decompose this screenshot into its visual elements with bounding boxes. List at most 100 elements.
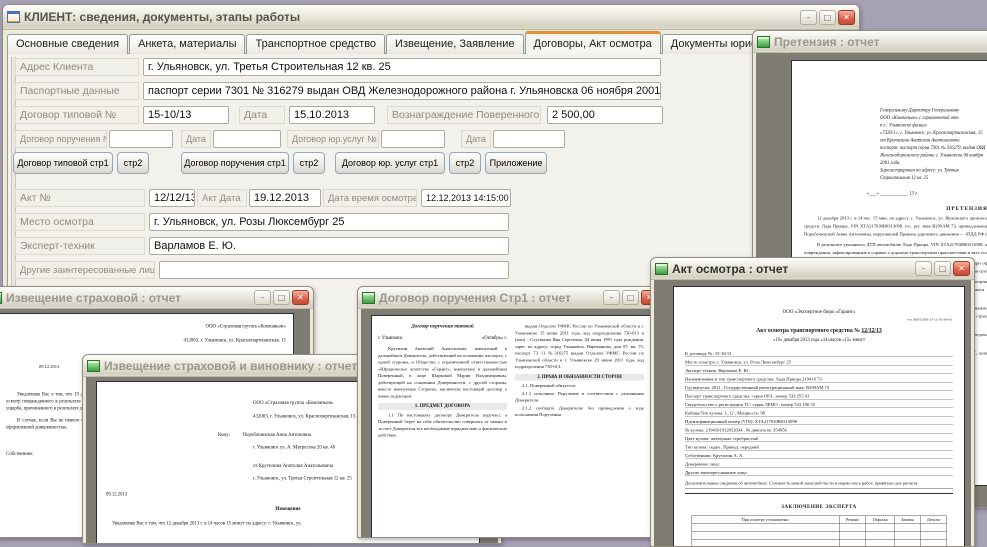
doc-field-line: Паспорт транспортного средства: серия ОР… bbox=[685, 393, 953, 400]
inspection-datetime-label: Дата время осмотра bbox=[323, 189, 417, 207]
act-date-label: Акт Дата bbox=[197, 189, 247, 207]
contract-agency-field[interactable] bbox=[109, 130, 173, 148]
akt-doc-title-number: 12/12/13 bbox=[861, 327, 882, 334]
contract-agency-date-field[interactable] bbox=[213, 130, 281, 148]
doc-line: 432063, г. Ульяновск, ул. Краснопартизан… bbox=[183, 337, 286, 344]
doc-field-line: Другие заинтересованные лица: bbox=[685, 470, 953, 476]
other-parties-label: Другие заинтересованные лица bbox=[15, 261, 155, 279]
akt-doc-title: Акт осмотра транспортного средства № 12/… bbox=[674, 328, 964, 334]
client-window-titlebar[interactable]: КЛИЕНТ: сведения, документы, этапы работ… bbox=[3, 5, 859, 30]
dogovor-preview: Договор поручения типовой г. Ульяновск «… bbox=[361, 309, 659, 537]
contract-agency-p2-button[interactable]: стр2 bbox=[293, 152, 325, 174]
passport-field[interactable]: паспорт серии 7301 № 316279 выдан ОВД Же… bbox=[143, 82, 661, 100]
form-icon bbox=[7, 11, 20, 23]
inspection-place-field[interactable]: г. Ульяновск, ул. Розы Люксембург 25 bbox=[149, 213, 509, 231]
pretenzia-recipient-block: Генеральному Директору Генеральному ООО «… bbox=[880, 107, 987, 182]
pretenzia-titlebar[interactable]: Претензия : отчет bbox=[753, 31, 987, 53]
dogovor-document-page: Договор поручения типовой г. Ульяновск «… bbox=[371, 315, 651, 537]
akt-document-page: ООО «Экспертное бюро «Гарант» тел. 8(851… bbox=[673, 286, 965, 546]
maximize-button[interactable]: □ bbox=[273, 290, 290, 305]
tab-dogovory-akt-osmotra[interactable]: Договоры, Акт осмотра bbox=[524, 31, 661, 54]
contract-legal-label: Договор юр.услуг № bbox=[287, 130, 379, 148]
contract-legal-p1-button[interactable]: Договор юр. услуг стр1 bbox=[335, 152, 445, 174]
doc-field-line: Наименование и тип транспортного средств… bbox=[685, 376, 953, 383]
dogovor-titlebar[interactable]: Договор поручения Стр1 : отчет – □ ✕ bbox=[358, 287, 662, 309]
akt-doc-title-prefix: Акт осмотра транспортного средства № bbox=[756, 327, 860, 334]
attachment-button[interactable]: Приложение bbox=[485, 152, 547, 174]
fee-field[interactable]: 2 500,00 bbox=[547, 106, 663, 124]
act-date-field[interactable]: 19.12.2013 bbox=[249, 189, 321, 207]
contract-agency-label: Договор поручения № bbox=[15, 130, 107, 148]
pretenzia-doc-title: ПРЕТЕНЗИЯ bbox=[946, 206, 987, 212]
doc-field-line: Место осмотра: г. Ульяновск, ул. Розы Лю… bbox=[685, 359, 953, 366]
contract-legal-date-field[interactable] bbox=[493, 130, 565, 148]
expert-field[interactable]: Варламов Е. Ю. bbox=[149, 237, 509, 255]
maximize-button[interactable]: □ bbox=[819, 9, 836, 25]
akt-window-controls: – □ ✕ bbox=[915, 261, 970, 276]
doc-line: 2.1. Поверенный обязуется: bbox=[522, 383, 576, 388]
minimize-button[interactable]: – bbox=[915, 261, 932, 276]
contract-standard-date-field[interactable]: 15.10.2013 bbox=[289, 106, 375, 124]
akt-note: Дополнительные сведения об автомобиле: С… bbox=[685, 480, 953, 489]
doc-line: Железнодорожного района г. Ульяновска 06… bbox=[880, 153, 983, 158]
contract-standard-field[interactable]: 15-10/13 bbox=[143, 106, 229, 124]
minimize-button[interactable]: – bbox=[603, 290, 620, 305]
akt-conclusion-table: При осмотре установлено: Ремонт Окраска … bbox=[691, 515, 947, 546]
passport-label: Паспортные данные bbox=[15, 82, 139, 100]
doc-line: Строительная 12 кв. 25 bbox=[880, 175, 929, 181]
doc-line: Зарегистрирован по адресу: ул. Третья bbox=[880, 168, 959, 173]
close-button[interactable]: ✕ bbox=[292, 290, 309, 305]
contract-legal-field[interactable] bbox=[381, 130, 445, 148]
act-no-label: Акт № bbox=[15, 189, 145, 207]
close-button[interactable]: ✕ bbox=[953, 261, 970, 276]
izv2-to-name: Поробочинская Анна Антоновна bbox=[242, 432, 312, 438]
report-icon bbox=[0, 291, 2, 304]
inspection-place-label: Место осмотра bbox=[15, 213, 145, 231]
akt-titlebar[interactable]: Акт осмотра : отчет – □ ✕ bbox=[651, 258, 974, 280]
pretenzia-title: Претензия : отчет bbox=[774, 34, 880, 49]
address-field[interactable]: г. Ульяновск, ул. Третья Строительная 12… bbox=[143, 58, 661, 76]
contract-standard-p2-button[interactable]: стр2 bbox=[117, 152, 149, 174]
doc-line: в г.: Ульяновске филиал bbox=[880, 123, 927, 128]
contract-standard-p1-button[interactable]: Договор типовой стр1 bbox=[13, 152, 113, 174]
address-label: Адрес Клиента bbox=[15, 58, 139, 76]
dogovor-title: Договор поручения Стр1 : отчет bbox=[379, 290, 571, 305]
close-button[interactable]: ✕ bbox=[838, 9, 855, 25]
fee-label: Вознаграждение Поверенного bbox=[387, 106, 541, 124]
report-icon bbox=[757, 35, 770, 48]
doc-field-line: Собственник: Крутилин А. А. bbox=[685, 453, 953, 459]
act-no-field[interactable]: 12/12/13 bbox=[149, 189, 195, 207]
doc-line: 2.1.2 сообщать Доверителю без промедлени… bbox=[515, 405, 644, 417]
maximize-button[interactable]: □ bbox=[934, 261, 951, 276]
tab-izveshchenie-zayavlenie[interactable]: Извещение, Заявление bbox=[386, 34, 524, 54]
maximize-button[interactable]: □ bbox=[622, 290, 639, 305]
window-title: КЛИЕНТ: сведения, документы, этапы работ… bbox=[24, 10, 301, 24]
other-parties-field[interactable] bbox=[159, 261, 509, 279]
contract-legal-date-label: Дата bbox=[461, 130, 491, 148]
dogovor-right-clauses: 2.1. Поверенный обязуется: 2.1.1 исполнят… bbox=[515, 383, 644, 419]
akt-phone: тел. 8(8510)83-13-13, 83-00-03 bbox=[906, 317, 952, 322]
window-controls: – □ ✕ bbox=[800, 9, 855, 25]
izv2-to-label: Кому: bbox=[218, 432, 231, 438]
table-row bbox=[691, 539, 947, 546]
contract-legal-p2-button[interactable]: стр2 bbox=[449, 152, 481, 174]
tab-transportnoe-sredstvo[interactable]: Транспортное средство bbox=[246, 34, 386, 54]
minimize-button[interactable]: – bbox=[254, 290, 271, 305]
doc-line: ООО «Страховая группа «Компаньон» bbox=[205, 323, 286, 330]
doc-field-line: Доверенное лицо: bbox=[685, 461, 953, 468]
desktop: { "window_controls": {"minimize": "–", "… bbox=[0, 0, 987, 547]
contract-agency-p1-button[interactable]: Договор поручения стр1 bbox=[181, 152, 289, 174]
doc-field-line: Идентификационный номер (VIN): ХТА217030… bbox=[685, 419, 953, 425]
dogovor-left-paragraph-2: 1.1 По настоящему договору Доверитель по… bbox=[378, 412, 507, 438]
dogovor-heading-2: 2. ПРАВА И ОБЯЗАННОСТИ СТОРОН bbox=[515, 373, 644, 381]
dogovor-left-paragraph: Крутилин Анатолий Анатольевич, именуемый… bbox=[378, 346, 507, 399]
izv1-titlebar[interactable]: Извещение страховой : отчет – □ ✕ bbox=[0, 287, 313, 309]
dogovor-report-window: Договор поручения Стр1 : отчет – □ ✕ Дог… bbox=[357, 286, 663, 538]
report-icon bbox=[655, 262, 668, 275]
inspection-datetime-field[interactable]: 12.12.2013 14:15:00 bbox=[421, 189, 511, 207]
doc-field-line: Кабина/Тип кузова: 1_12 , Мощность: 98 bbox=[685, 410, 953, 417]
minimize-button[interactable]: – bbox=[800, 9, 817, 25]
izv1-window-controls: – □ ✕ bbox=[254, 290, 309, 305]
tab-osnovnye-svedeniya[interactable]: Основные сведения bbox=[7, 34, 129, 54]
tab-anketa-materialy[interactable]: Анкета, материалы bbox=[129, 34, 246, 54]
